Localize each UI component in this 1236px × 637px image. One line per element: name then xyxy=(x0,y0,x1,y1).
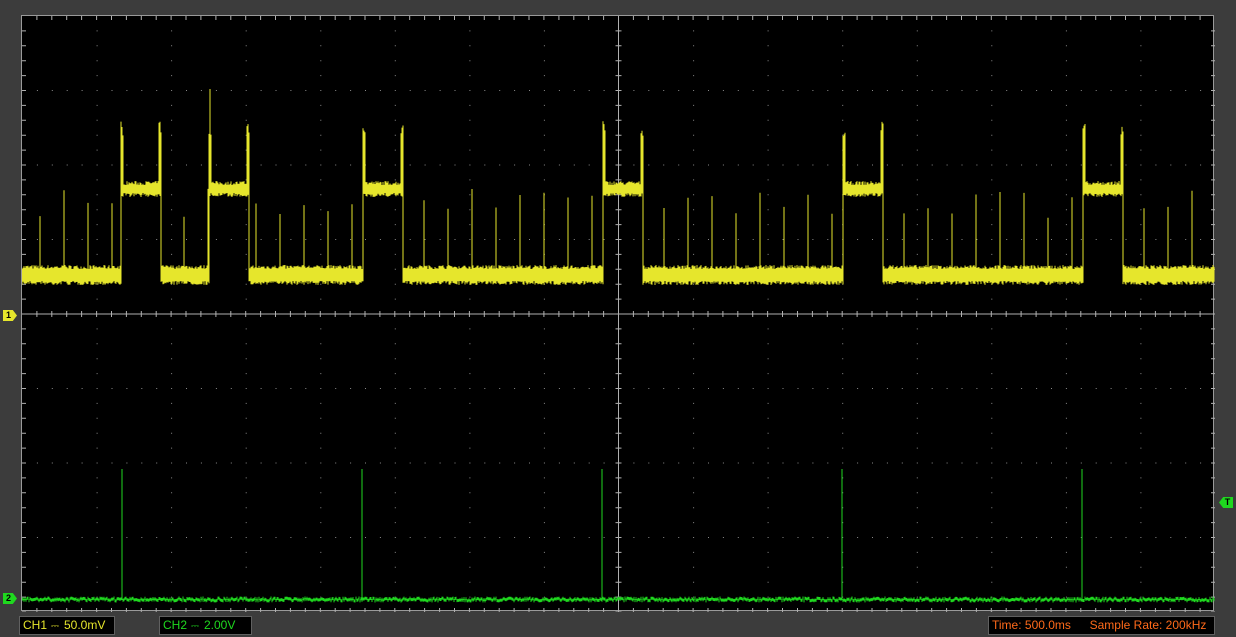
timebase-value: 500.0ms xyxy=(1024,618,1071,632)
trigger-level-marker[interactable]: T xyxy=(1219,497,1233,508)
dc-coupling-icon: ⎓ xyxy=(191,621,199,632)
ch1-label: CH1 xyxy=(23,618,48,632)
dc-coupling-icon: ⎓ xyxy=(51,621,59,632)
ch1-volts-div: 50.0mV xyxy=(64,618,106,632)
ch1-offset-marker[interactable]: 1 xyxy=(3,310,17,321)
ch2-label: CH2 xyxy=(163,618,188,632)
ch1-status-box[interactable]: CH1 ⎓ 50.0mV xyxy=(19,616,115,635)
sample-rate-label: Sample Rate: xyxy=(1089,618,1163,632)
timebase-label: Time: xyxy=(992,618,1022,632)
graticule-grid xyxy=(22,16,1215,612)
waveform-canvas xyxy=(22,16,1215,612)
sample-rate-value: 200kHz xyxy=(1165,618,1207,632)
ch2-offset-marker[interactable]: 2 xyxy=(3,593,17,604)
acquisition-info-box: Time: 500.0ms Sample Rate: 200kHz xyxy=(988,616,1215,635)
ch2-volts-div: 2.00V xyxy=(204,618,236,632)
ch2-status-box[interactable]: CH2 ⎓ 2.00V xyxy=(159,616,252,635)
waveform-display[interactable] xyxy=(21,15,1215,612)
